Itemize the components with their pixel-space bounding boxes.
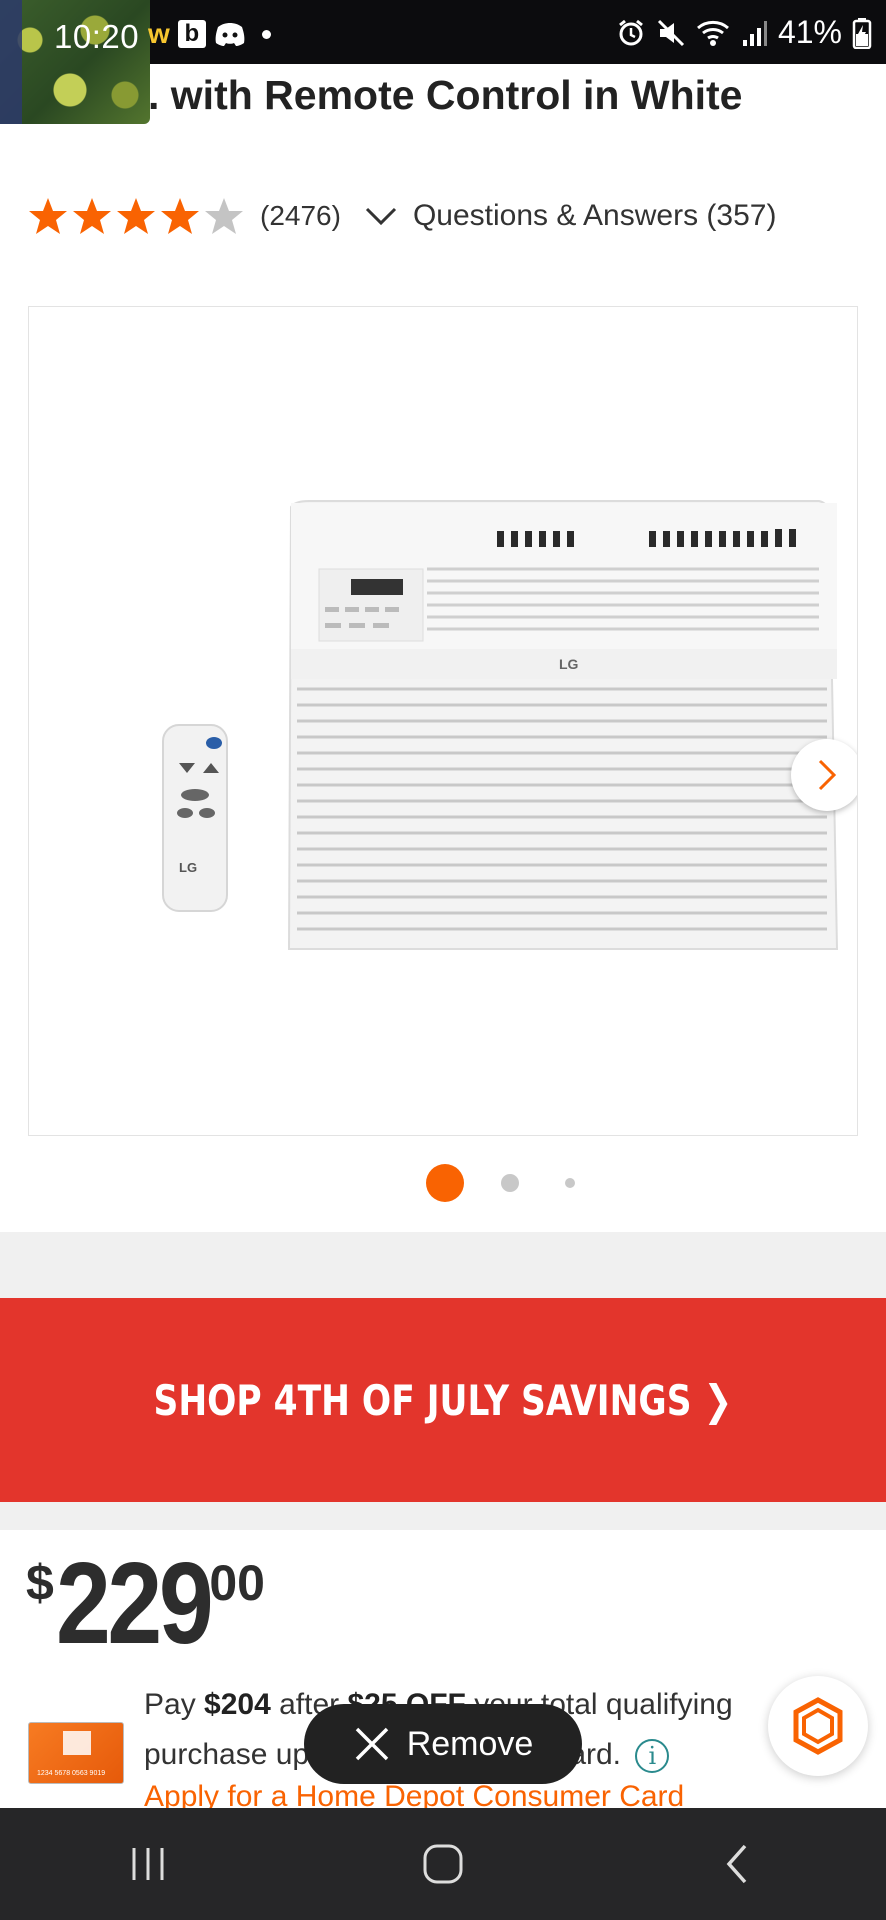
lg-logo-remote: LG <box>179 860 197 875</box>
card-number: 1234 5678 0563 9019 <box>37 1770 106 1777</box>
back-button[interactable] <box>698 1824 778 1904</box>
remove-label: Remove <box>406 1724 534 1763</box>
home-depot-logo <box>63 1731 91 1755</box>
recent-apps-icon <box>132 1848 164 1880</box>
next-image-button[interactable] <box>791 739 857 811</box>
lg-logo-unit: LG <box>559 656 579 672</box>
star-rating[interactable] <box>28 196 244 236</box>
promo-banner-text: SHOP 4TH OF JULY SAVINGS ❯ <box>153 1375 733 1425</box>
info-icon[interactable]: i <box>635 1739 670 1774</box>
status-time: 10:20 <box>54 18 140 55</box>
questions-answers-link[interactable]: Questions & Answers (357) <box>413 199 777 233</box>
price-dollars: 229 <box>55 1538 214 1668</box>
back-icon <box>726 1844 747 1884</box>
star-icon <box>205 198 243 234</box>
price: $ 229 00 <box>26 1538 265 1668</box>
air-conditioner-image: LG LG <box>162 500 839 950</box>
chevron-down-icon[interactable] <box>363 198 399 234</box>
remove-button[interactable]: Remove <box>304 1704 582 1784</box>
credit-card-image: 1234 5678 0563 9019 <box>28 1722 124 1784</box>
product-image[interactable]: LG LG <box>28 306 858 1136</box>
star-icon <box>29 198 67 234</box>
section-divider <box>0 1232 886 1298</box>
discord-icon <box>215 23 245 46</box>
rating-row[interactable]: (2476) Questions & Answers (357) <box>28 192 776 240</box>
star-icon <box>117 198 155 234</box>
pagination-dot-3[interactable] <box>565 1178 575 1188</box>
star-icon <box>73 198 111 234</box>
pagination-dot-2[interactable] <box>501 1174 519 1192</box>
notification-icons: w b <box>148 18 271 50</box>
offer-pay-amount: $204 <box>204 1688 271 1721</box>
wifi-icon <box>696 20 729 46</box>
price-currency: $ <box>26 1555 54 1611</box>
recent-apps-button[interactable] <box>108 1824 188 1904</box>
home-icon <box>423 1844 463 1884</box>
close-icon <box>355 1727 388 1761</box>
system-nav-bar <box>0 1808 886 1920</box>
chevron-right-icon <box>818 759 837 791</box>
dot-icon <box>261 29 271 39</box>
chat-assistant-button[interactable] <box>768 1676 868 1776</box>
hexagon-chat-icon <box>793 1697 843 1755</box>
promo-banner[interactable]: SHOP 4TH OF JULY SAVINGS ❯ <box>0 1298 886 1502</box>
review-count[interactable]: (2476) <box>260 200 341 232</box>
pagination-dot-1[interactable] <box>426 1164 464 1202</box>
product-title: . with Remote Control in White <box>28 66 848 124</box>
home-button[interactable] <box>403 1824 483 1904</box>
section-divider-2 <box>0 1502 886 1530</box>
alarm-icon <box>619 19 643 45</box>
battery-percent: 41% <box>777 14 842 50</box>
product-gallery: LG LG <box>0 276 886 1230</box>
mute-icon <box>657 19 685 46</box>
w-app-icon: w <box>148 18 170 49</box>
battery-icon <box>852 17 872 49</box>
offer-pay-prefix: Pay <box>144 1688 205 1721</box>
status-right-icons: 41% <box>616 14 872 51</box>
price-cents: 00 <box>209 1555 265 1611</box>
b-app-icon: b <box>177 20 206 48</box>
signal-icon <box>742 20 767 46</box>
star-icon <box>161 198 199 234</box>
